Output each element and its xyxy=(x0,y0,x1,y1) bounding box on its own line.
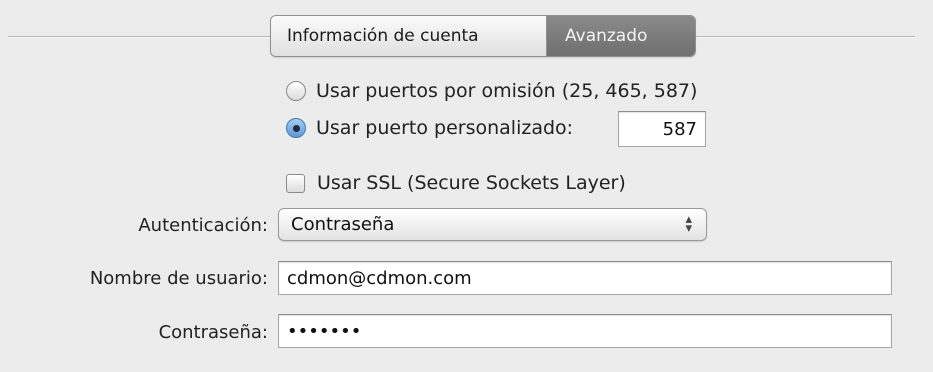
tab-account-info[interactable]: Información de cuenta xyxy=(271,16,547,56)
authentication-label: Autenticación: xyxy=(138,215,268,236)
default-ports-option[interactable]: Usar puertos por omisión (25, 465, 587) xyxy=(286,80,697,102)
username-label: Nombre de usuario: xyxy=(89,268,268,289)
password-field[interactable] xyxy=(278,314,892,348)
username-field[interactable] xyxy=(278,261,892,295)
radio-unselected-icon[interactable] xyxy=(286,81,306,101)
authentication-value: Contraseña xyxy=(291,214,395,235)
checkbox-icon[interactable] xyxy=(286,173,305,193)
tab-advanced[interactable]: Avanzado xyxy=(547,16,695,56)
custom-port-input[interactable] xyxy=(618,111,706,147)
custom-port-label: Usar puerto personalizado: xyxy=(316,117,574,139)
ssl-label: Usar SSL (Secure Sockets Layer) xyxy=(317,172,626,194)
chevron-up-down-icon: ▴ ▾ xyxy=(685,212,692,236)
password-label: Contraseña: xyxy=(158,322,268,343)
custom-port-option[interactable]: Usar puerto personalizado: xyxy=(286,117,573,139)
authentication-popup[interactable]: Contraseña ▴ ▾ xyxy=(278,208,707,241)
default-ports-label: Usar puertos por omisión (25, 465, 587) xyxy=(316,80,698,102)
tab-bar: Información de cuenta Avanzado xyxy=(270,15,696,57)
ssl-option[interactable]: Usar SSL (Secure Sockets Layer) xyxy=(286,172,626,194)
radio-selected-icon[interactable] xyxy=(286,118,306,138)
